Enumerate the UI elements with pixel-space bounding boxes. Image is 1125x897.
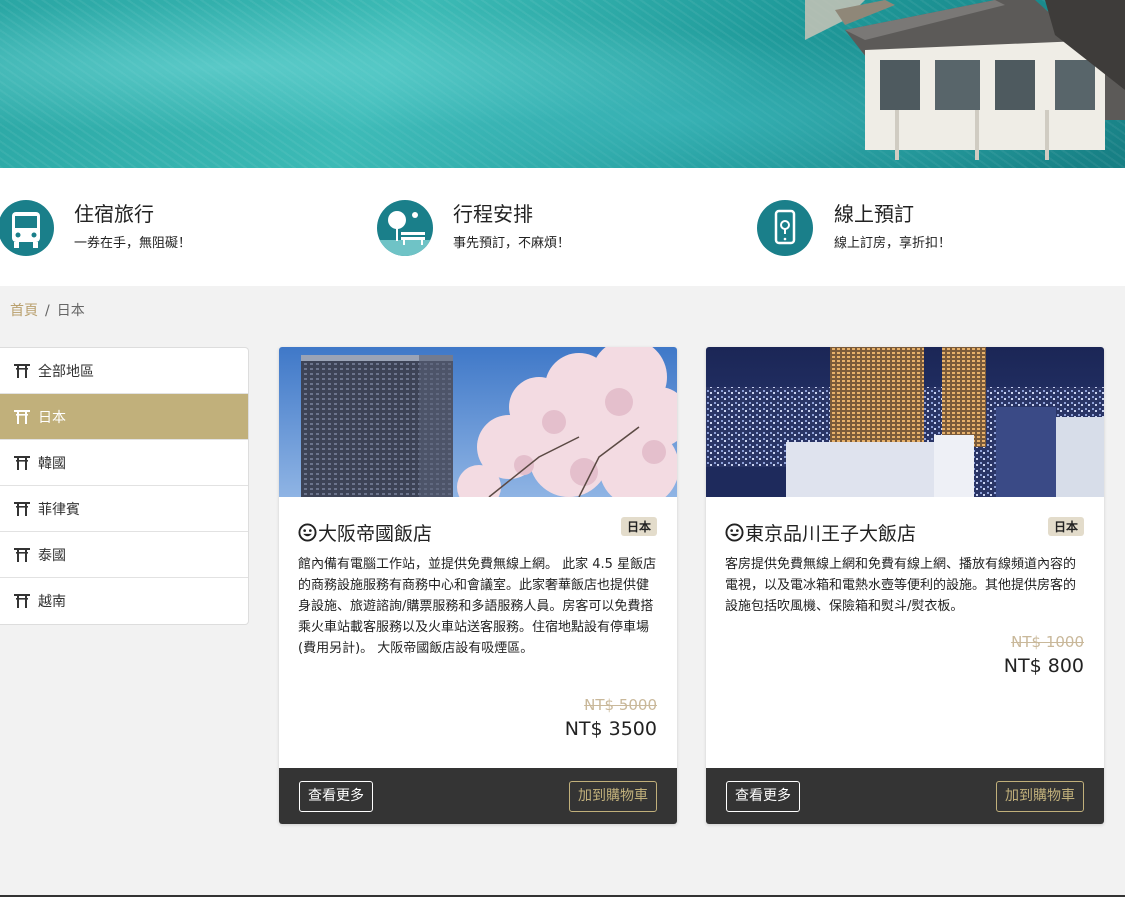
product-description: 客房提供免費無線上網和免費有線上網、播放有線頻道內容的電視，以及電冰箱和電熱水壺… [725, 557, 1077, 614]
sidebar-item-korea[interactable]: 韓國 [0, 440, 248, 486]
smiley-icon [298, 523, 317, 542]
feature-itinerary: 行程安排 事先預訂，不麻煩！ [377, 198, 707, 258]
park-bench-icon [377, 200, 433, 256]
view-more-button[interactable]: 查看更多 [299, 781, 373, 812]
product-title: 東京品川王子大飯店 [725, 519, 916, 546]
sale-price: NT$ 800 [1003, 655, 1084, 677]
original-price: NT$ 1000 [1011, 633, 1084, 651]
feature-booking: 線上預訂 線上訂房，享折扣！ [757, 198, 1087, 258]
sidebar-item-philippines[interactable]: 菲律賓 [0, 486, 248, 532]
torii-icon [14, 455, 30, 470]
water-villa-image [805, 0, 1125, 160]
hero-banner [0, 0, 1125, 168]
bus-icon [0, 200, 54, 256]
sidebar-item-label: 韓國 [38, 455, 66, 472]
region-sidebar: 全部地區 日本 韓國 菲律賓 泰國 越南 [0, 347, 249, 625]
region-badge: 日本 [620, 517, 657, 536]
sidebar-item-label: 泰國 [38, 547, 66, 564]
view-more-button[interactable]: 查看更多 [726, 781, 800, 812]
sidebar-item-label: 菲律賓 [38, 501, 80, 518]
smiley-icon [725, 523, 744, 542]
feature-desc: 事先預訂，不麻煩！ [453, 236, 571, 251]
region-badge: 日本 [1047, 517, 1084, 536]
feature-lodging: 住宿旅行 一券在手，無阻礙！ [0, 198, 320, 258]
torii-icon [14, 594, 30, 608]
product-card: 東京品川王子大飯店 日本 客房提供免費無線上網和免費有線上網、播放有線頻道內容的… [706, 347, 1104, 824]
feature-desc: 一券在手，無阻礙！ [74, 236, 192, 251]
torii-icon [14, 547, 30, 562]
mobile-pin-icon [757, 200, 813, 256]
product-title: 大阪帝國飯店 [298, 519, 432, 546]
torii-icon [14, 409, 30, 424]
add-to-cart-button[interactable]: 加到購物車 [996, 781, 1084, 812]
sidebar-item-japan[interactable]: 日本 [0, 394, 248, 440]
hotel-image [279, 347, 677, 497]
product-title-text: 大阪帝國飯店 [318, 523, 433, 545]
sale-price: NT$ 3500 [564, 718, 657, 740]
feature-title: 住宿旅行 [74, 202, 154, 226]
breadcrumb: 首頁 / 日本 [10, 300, 85, 320]
feature-title: 行程安排 [453, 202, 533, 226]
sidebar-item-label: 越南 [38, 594, 66, 610]
breadcrumb-home-link[interactable]: 首頁 [10, 303, 38, 319]
sidebar-item-thailand[interactable]: 泰國 [0, 532, 248, 578]
hotel-image [706, 347, 1104, 497]
feature-title: 線上預訂 [834, 202, 914, 226]
sidebar-item-vietnam[interactable]: 越南 [0, 578, 248, 624]
breadcrumb-separator: / [45, 303, 50, 319]
product-description: 館內備有電腦工作站，並提供免費無線上網。 此家 4.5 星飯店的商務設施服務有商… [298, 557, 657, 656]
torii-icon [14, 363, 30, 378]
features-bar: 住宿旅行 一券在手，無阻礙！ 行程安排 事先預訂，不麻煩！ 線上預訂 線上訂房，… [0, 168, 1125, 286]
breadcrumb-current: 日本 [56, 303, 85, 319]
product-card: 大阪帝國飯店 日本 館內備有電腦工作站，並提供免費無線上網。 此家 4.5 星飯… [279, 347, 677, 824]
product-title-text: 東京品川王子大飯店 [745, 523, 917, 545]
sidebar-item-label: 日本 [38, 409, 66, 426]
card-footer: 查看更多 加到購物車 [706, 768, 1104, 824]
torii-icon [14, 501, 30, 516]
feature-desc: 線上訂房，享折扣！ [834, 236, 952, 251]
original-price: NT$ 5000 [584, 696, 657, 714]
card-footer: 查看更多 加到購物車 [279, 768, 677, 824]
sidebar-item-all[interactable]: 全部地區 [0, 348, 248, 394]
sidebar-item-label: 全部地區 [38, 363, 94, 380]
add-to-cart-button[interactable]: 加到購物車 [569, 781, 657, 812]
